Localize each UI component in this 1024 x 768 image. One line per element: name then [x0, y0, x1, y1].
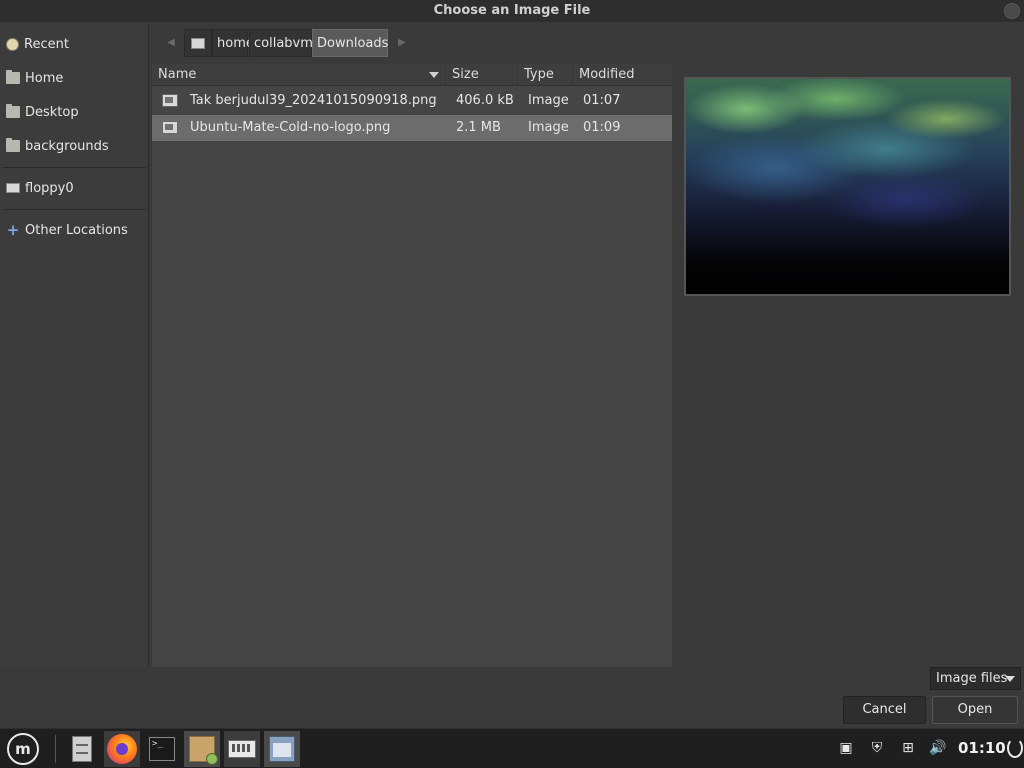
desktop-folder-icon [6, 104, 20, 118]
image-file-icon [162, 121, 178, 134]
file-modified: 01:09 [583, 120, 621, 135]
network-icon[interactable]: ⊞ [897, 737, 919, 759]
files-launcher[interactable] [64, 731, 100, 767]
clock[interactable]: 01:10 [958, 729, 1006, 768]
sidebar-item-recent[interactable]: Recent [0, 29, 148, 59]
package-manager-task[interactable] [184, 731, 220, 767]
plus-icon: + [6, 221, 20, 239]
file-size: 2.1 MB [456, 120, 501, 135]
volume-icon[interactable]: 🔊 [927, 737, 949, 759]
home-folder-icon [6, 70, 20, 84]
file-type-filter-dropdown[interactable]: Image files [930, 667, 1021, 690]
sidebar-item-label: Home [25, 70, 64, 86]
file-modified: 01:07 [583, 93, 621, 108]
sidebar-item-label: Desktop [25, 104, 79, 120]
filter-label: Image files [936, 671, 1008, 686]
file-name: Ubuntu-Mate-Cold-no-logo.png [190, 120, 391, 135]
sort-descending-icon [429, 72, 439, 78]
open-button[interactable]: Open [932, 696, 1018, 724]
sidebar-item-other-locations[interactable]: + Other Locations [0, 215, 148, 245]
menu-button[interactable]: m [7, 733, 39, 765]
file-type: Image [528, 93, 569, 108]
path-item-downloads[interactable]: Downloads [312, 29, 388, 57]
places-sidebar: Recent Home Desktop backgrounds floppy0 … [0, 22, 149, 667]
keyboard-task[interactable] [224, 731, 260, 767]
sidebar-item-label: floppy0 [25, 180, 74, 196]
path-scroll-left-icon[interactable]: ◀ [162, 31, 180, 55]
sidebar-item-home[interactable]: Home [0, 63, 148, 93]
image-preview-pane [672, 64, 1024, 667]
column-header-size[interactable]: Size [446, 64, 518, 86]
shield-icon[interactable]: ⛨ [866, 737, 888, 759]
cancel-button[interactable]: Cancel [843, 696, 926, 724]
firefox-icon [107, 734, 137, 764]
sidebar-item-backgrounds[interactable]: backgrounds [0, 131, 148, 161]
taskbar: m >_ ▣ ⛨ ⊞ 🔊 01:10 [0, 728, 1024, 768]
taskbar-separator [55, 735, 56, 763]
column-header-name[interactable]: Name [152, 64, 446, 86]
chevron-down-icon [1005, 676, 1015, 682]
file-type: Image [528, 120, 569, 135]
sidebar-item-label: backgrounds [25, 138, 109, 154]
window-titlebar: Choose an Image File [0, 0, 1024, 22]
window-icon [269, 736, 295, 762]
image-file-icon [162, 94, 178, 107]
power-icon[interactable] [1007, 738, 1023, 758]
file-list: Name Size Type Modified Tak berjudul39_2… [152, 64, 672, 667]
folder-icon [6, 138, 20, 152]
column-header-modified[interactable]: Modified [573, 64, 672, 86]
file-name: Tak berjudul39_20241015090918.png [190, 93, 437, 108]
close-window-button[interactable] [1004, 3, 1020, 19]
terminal-icon: >_ [149, 737, 175, 761]
recent-icon [6, 37, 19, 51]
sidebar-divider [2, 167, 146, 168]
file-chooser-task[interactable] [264, 731, 300, 767]
clipboard-icon[interactable]: ▣ [835, 737, 857, 759]
terminal-launcher[interactable]: >_ [144, 731, 180, 767]
sidebar-divider [2, 209, 146, 210]
path-scroll-right-icon[interactable]: ▶ [393, 31, 411, 55]
drive-icon [191, 38, 205, 49]
package-icon [189, 736, 218, 765]
path-item-collabvm[interactable]: collabvm [249, 29, 313, 57]
path-root-button[interactable] [184, 29, 212, 57]
sidebar-item-floppy0[interactable]: floppy0 [0, 173, 148, 203]
window-title: Choose an Image File [433, 3, 591, 18]
file-size: 406.0 kB [456, 93, 514, 108]
sidebar-item-label: Other Locations [25, 222, 128, 238]
firefox-launcher[interactable] [104, 731, 140, 767]
column-header-type[interactable]: Type [518, 64, 573, 86]
sidebar-item-desktop[interactable]: Desktop [0, 97, 148, 127]
path-item-home[interactable]: home [212, 29, 254, 57]
column-header-row: Name Size Type Modified [152, 64, 672, 86]
path-bar: ◀ home collabvm Downloads ▶ [152, 22, 1024, 64]
file-row[interactable]: Tak berjudul39_20241015090918.png 406.0 … [152, 88, 672, 114]
image-preview [684, 77, 1011, 296]
keyboard-icon [228, 740, 256, 758]
drive-icon [6, 183, 20, 193]
file-row-selected[interactable]: Ubuntu-Mate-Cold-no-logo.png 2.1 MB Imag… [152, 115, 672, 141]
files-icon [72, 736, 92, 762]
sidebar-item-label: Recent [24, 36, 69, 52]
